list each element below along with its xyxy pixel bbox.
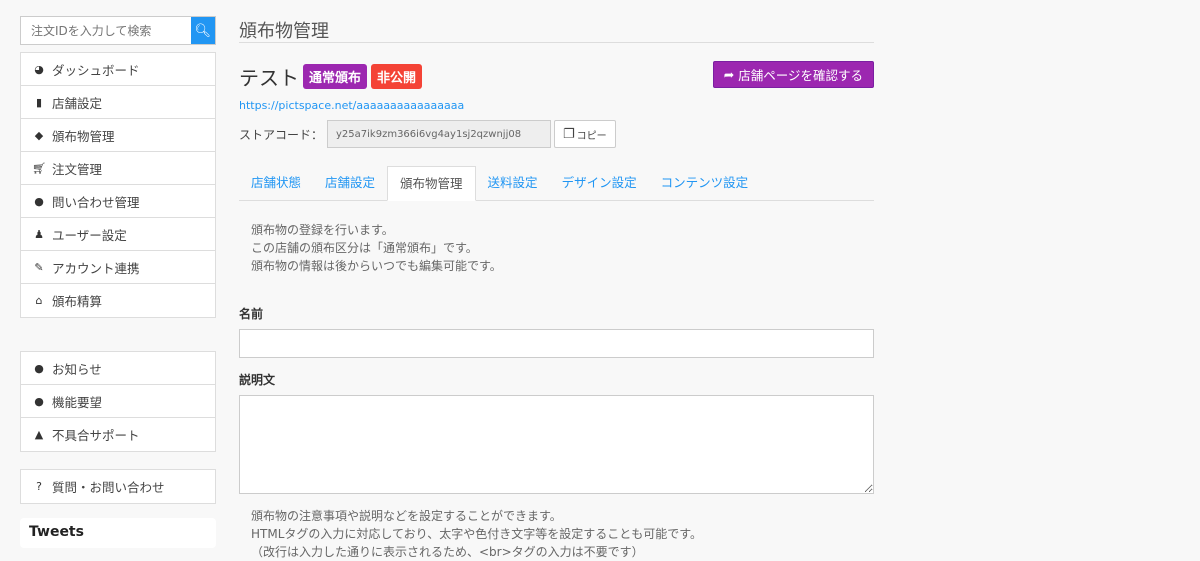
info-icon: ● bbox=[34, 361, 44, 375]
wrench-icon: ✎ bbox=[34, 260, 44, 274]
description-line: 頒布物の登録を行います。 bbox=[251, 223, 394, 237]
store-name: テスト bbox=[239, 66, 299, 90]
sidebar-item-settlement[interactable]: ⌂ 頒布精算 bbox=[21, 284, 215, 317]
tab-store-settings[interactable]: 店舗設定 bbox=[313, 166, 387, 200]
description-textarea[interactable] bbox=[239, 395, 874, 494]
sidebar-item-label: アカウント連携 bbox=[52, 260, 140, 276]
sidebar-item-label: 店舗設定 bbox=[52, 95, 103, 111]
view-store-page-button[interactable]: ➦ 店舗ページを確認する bbox=[712, 61, 874, 88]
sidebar-item-label: 問い合わせ管理 bbox=[52, 194, 140, 210]
name-label: 名前 bbox=[239, 307, 264, 321]
description-line: この店舗の頒布区分は「通常頒布」です。 bbox=[251, 241, 478, 255]
description-label: 説明文 bbox=[239, 373, 276, 387]
type-badge: 通常頒布 bbox=[303, 64, 368, 89]
section-description: 頒布物の登録を行います。 この店舗の頒布区分は「通常頒布」です。 頒布物の情報は… bbox=[239, 201, 874, 275]
sidebar-item-user-settings[interactable]: ♟ ユーザー設定 bbox=[21, 218, 215, 251]
store-code-row: ストアコード： ❐コピー bbox=[239, 120, 874, 148]
tab-store-status[interactable]: 店舗状態 bbox=[239, 166, 313, 200]
help-line: （改行は入力した通りに表示されるため、<br>タグの入力は不要です） bbox=[251, 545, 644, 559]
comments-icon: ● bbox=[34, 194, 44, 208]
sidebar-item-label: 頒布精算 bbox=[52, 294, 103, 309]
sidebar-item-label: 不具合サポート bbox=[52, 428, 140, 443]
sidebar-item-bug-support[interactable]: ▲ 不具合サポート bbox=[21, 418, 215, 451]
description-help: 頒布物の注意事項や説明などを設定することができます。 HTMLタグの入力に対応し… bbox=[239, 494, 874, 561]
name-input[interactable] bbox=[239, 329, 874, 358]
tab-shipping[interactable]: 送料設定 bbox=[476, 166, 550, 200]
search-icon: 🔍︎ bbox=[194, 22, 212, 38]
copy-label: コピー bbox=[576, 130, 607, 142]
store-url-link[interactable]: https://pictspace.net/aaaaaaaaaaaaaaaa bbox=[239, 99, 874, 112]
sidebar-item-feature-request[interactable]: ● 機能要望 bbox=[21, 385, 215, 418]
tab-items[interactable]: 頒布物管理 bbox=[387, 166, 476, 201]
sidebar-item-label: ユーザー設定 bbox=[52, 227, 127, 243]
building-icon: ▮ bbox=[35, 95, 43, 109]
sidebar-item-account-link[interactable]: ✎ アカウント連携 bbox=[21, 251, 215, 284]
main-menu: ◕ ダッシュボード ▮ 店舗設定 ◆ 頒布物管理 🛒︎ 注文管理 ● 問い合わせ管理 ♟ ユ… bbox=[20, 52, 216, 318]
copy-button[interactable]: ❐ コピー bbox=[554, 120, 616, 148]
sidebar-item-orders[interactable]: 🛒︎ 注文管理 bbox=[21, 152, 215, 185]
description-line: 頒布物の情報は後からいつでも編集可能です。 bbox=[251, 259, 502, 273]
help-menu: ? 質問・お問い合わせ bbox=[20, 469, 216, 504]
sidebar-item-label: 質問・お問い合わせ bbox=[52, 480, 165, 495]
sidebar-item-contact[interactable]: ? 質問・お問い合わせ bbox=[21, 470, 215, 503]
view-store-page-label: 店舗ページを確認する bbox=[738, 68, 863, 83]
sidebar-item-dashboard[interactable]: ◕ ダッシュボード bbox=[21, 53, 215, 86]
tab-design[interactable]: デザイン設定 bbox=[550, 166, 649, 200]
sidebar-item-label: 機能要望 bbox=[52, 394, 103, 410]
share-icon: ➦ bbox=[723, 67, 735, 82]
sidebar-item-label: お知らせ bbox=[52, 361, 102, 377]
status-badge: 非公開 bbox=[371, 64, 423, 89]
sidebar: 🔍︎ ◕ ダッシュボード ▮ 店舗設定 ◆ 頒布物管理 🛒︎ 注文管理 ● 問い合わせ管理… bbox=[20, 16, 216, 504]
dashboard-icon: ◕ bbox=[34, 62, 44, 76]
warning-icon: ▲ bbox=[34, 428, 44, 441]
store-code-label: ストアコード： bbox=[239, 127, 324, 142]
tweets-widget: Tweets bbox=[20, 518, 216, 548]
sidebar-item-store-settings[interactable]: ▮ 店舗設定 bbox=[21, 86, 215, 119]
info-menu: ● お知らせ ● 機能要望 ▲ 不具合サポート bbox=[20, 351, 216, 452]
help-line: 頒布物の注意事項や説明などを設定することができます。 bbox=[251, 509, 562, 523]
sidebar-item-label: 頒布物管理 bbox=[52, 128, 115, 144]
tag-icon: ◆ bbox=[34, 128, 44, 142]
store-code-field[interactable] bbox=[327, 120, 552, 148]
question-icon: ? bbox=[36, 480, 42, 493]
copy-icon: ❐ bbox=[563, 126, 575, 142]
cart-icon: 🛒︎ bbox=[32, 161, 46, 175]
main-content: 頒布物管理 テスト 通常頒布 非公開 ➦ 店舗ページを確認する https://p… bbox=[239, 0, 874, 561]
order-search: 🔍︎ bbox=[20, 16, 216, 45]
settings-tabs: 店舗状態 店舗設定 頒布物管理 送料設定 デザイン設定 コンテンツ設定 bbox=[239, 166, 874, 201]
bank-icon: ⌂ bbox=[35, 294, 43, 307]
user-icon: ♟ bbox=[34, 227, 44, 241]
sidebar-item-label: 注文管理 bbox=[52, 161, 103, 177]
sidebar-item-inquiries[interactable]: ● 問い合わせ管理 bbox=[21, 185, 215, 218]
order-search-input[interactable] bbox=[21, 17, 191, 44]
sidebar-item-items[interactable]: ◆ 頒布物管理 bbox=[21, 119, 215, 152]
search-button[interactable]: 🔍︎ bbox=[191, 17, 215, 44]
help-line: HTMLタグの入力に対応しており、太字や色付き文字等を設定することも可能です。 bbox=[251, 527, 702, 541]
page-title: 頒布物管理 bbox=[239, 0, 874, 43]
comment-icon: ● bbox=[34, 394, 44, 408]
sidebar-item-news[interactable]: ● お知らせ bbox=[21, 352, 215, 385]
tab-content[interactable]: コンテンツ設定 bbox=[649, 166, 761, 200]
sidebar-item-label: ダッシュボード bbox=[52, 62, 140, 78]
